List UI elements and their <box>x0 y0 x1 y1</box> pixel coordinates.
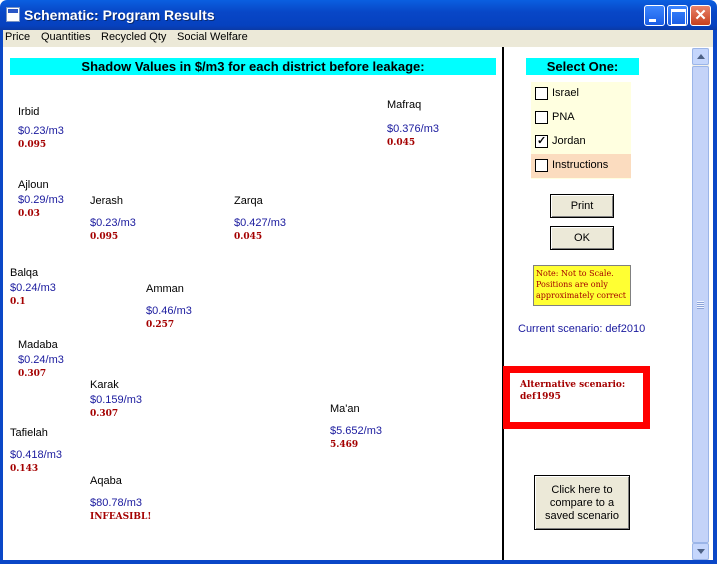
menu-quantities[interactable]: Quantities <box>41 31 91 43</box>
checkbox-instructions[interactable] <box>535 159 548 172</box>
district-name: Irbid <box>18 106 40 118</box>
district-balqa: Balqa $0.24/m3 0.1 <box>10 267 56 307</box>
district-zarqa: Zarqa $0.427/m3 0.045 <box>234 195 286 242</box>
district-name: Zarqa <box>234 195 263 207</box>
grip-icon <box>697 301 704 309</box>
maximize-button[interactable] <box>667 5 688 26</box>
district-price: $80.78/m3 <box>90 497 142 509</box>
panel-divider <box>502 47 504 564</box>
vertical-scrollbar[interactable] <box>692 48 709 560</box>
district-name: Balqa <box>10 267 39 279</box>
district-price: $0.29/m3 <box>18 194 64 206</box>
menu-recycled-qty[interactable]: Recycled Qty <box>101 31 166 43</box>
district-name: Ma'an <box>330 403 360 415</box>
district-value: 0.095 <box>90 232 119 242</box>
district-name: Ajloun <box>18 179 49 191</box>
district-price: $0.23/m3 <box>18 125 64 137</box>
option-jordan[interactable]: Jordan <box>531 130 631 154</box>
district-aqaba: Aqaba $80.78/m3 INFEASIBL! <box>90 475 151 522</box>
district-name: Mafraq <box>387 99 422 111</box>
shadow-values-heading: Shadow Values in $/m3 for each district … <box>10 58 496 75</box>
district-value: INFEASIBL! <box>90 512 152 522</box>
district-value: 0.257 <box>146 320 175 330</box>
alternative-scenario-box: Alternative scenario: def1995 <box>503 366 650 429</box>
district-price: $0.159/m3 <box>90 394 142 406</box>
district-value: 0.095 <box>18 140 47 150</box>
district-price: $0.418/m3 <box>10 449 62 461</box>
district-name: Jerash <box>90 195 124 207</box>
scale-note: Note: Not to Scale. Positions are only a… <box>533 265 631 306</box>
district-name: Karak <box>90 379 119 391</box>
option-label: Instructions <box>552 159 609 171</box>
window-border-bottom <box>0 560 717 564</box>
district-price: $0.24/m3 <box>10 282 56 294</box>
district-amman: Amman $0.46/m3 0.257 <box>146 283 192 330</box>
window-border-left <box>0 30 3 564</box>
select-one-heading: Select One: <box>526 58 639 75</box>
option-israel[interactable]: Israel <box>531 82 631 106</box>
option-instructions[interactable]: Instructions <box>531 154 631 178</box>
district-irbid: Irbid $0.23/m3 0.095 <box>18 106 64 150</box>
district-tafielah: Tafielah $0.418/m3 0.143 <box>10 427 62 474</box>
district-madaba: Madaba $0.24/m3 0.307 <box>18 339 64 379</box>
compare-scenario-button[interactable]: Click here to compare to a saved scenari… <box>534 475 630 530</box>
alternative-scenario-value: def1995 <box>520 392 561 402</box>
district-name: Amman <box>146 283 184 295</box>
district-value: 0.307 <box>90 409 119 419</box>
district-price: $0.46/m3 <box>146 305 192 317</box>
scroll-thumb[interactable] <box>692 66 709 543</box>
menu-bar: Price Quantities Recycled Qty Social Wel… <box>0 30 717 47</box>
option-label: PNA <box>552 111 575 123</box>
menu-social-welfare[interactable]: Social Welfare <box>177 31 248 43</box>
alternative-scenario-text: Alternative scenario: def1995 <box>520 379 625 403</box>
district-price: $5.652/m3 <box>330 425 382 437</box>
close-icon: ✕ <box>694 7 707 24</box>
district-value: 0.03 <box>18 209 40 219</box>
district-value: 0.045 <box>387 138 416 148</box>
window-border-right <box>713 30 717 564</box>
option-label: Jordan <box>552 135 586 147</box>
option-label: Israel <box>552 87 579 99</box>
district-name: Aqaba <box>90 475 122 487</box>
scroll-up-arrow-icon[interactable] <box>692 48 709 65</box>
app-icon[interactable] <box>6 7 20 22</box>
district-mafraq: Mafraq $0.376/m3 0.045 <box>387 99 439 148</box>
print-button[interactable]: Print <box>550 194 614 218</box>
district-price: $0.24/m3 <box>18 354 64 366</box>
region-options: Israel PNA Jordan Instructions <box>531 82 631 179</box>
checkbox-pna[interactable] <box>535 111 548 124</box>
option-pna[interactable]: PNA <box>531 106 631 130</box>
district-price: $0.427/m3 <box>234 217 286 229</box>
close-button[interactable]: ✕ <box>690 5 711 26</box>
checkbox-israel[interactable] <box>535 87 548 100</box>
alternative-scenario-label: Alternative scenario: <box>520 380 626 390</box>
ok-button[interactable]: OK <box>550 226 614 250</box>
district-karak: Karak $0.159/m3 0.307 <box>90 379 142 419</box>
menu-price[interactable]: Price <box>5 31 30 43</box>
district-ajloun: Ajloun $0.29/m3 0.03 <box>18 179 64 219</box>
scroll-down-arrow-icon[interactable] <box>692 543 709 560</box>
window-title: Schematic: Program Results <box>24 7 215 23</box>
minimize-button[interactable] <box>644 5 665 26</box>
checkbox-jordan[interactable] <box>535 134 548 148</box>
district-maan: Ma'an $5.652/m3 5.469 <box>330 403 382 450</box>
title-bar: Schematic: Program Results ✕ <box>0 0 717 30</box>
district-price: $0.376/m3 <box>387 123 439 135</box>
district-name: Tafielah <box>10 427 48 439</box>
district-price: $0.23/m3 <box>90 217 136 229</box>
district-name: Madaba <box>18 339 58 351</box>
district-jerash: Jerash $0.23/m3 0.095 <box>90 195 136 242</box>
district-value: 0.143 <box>10 464 39 474</box>
district-value: 0.307 <box>18 369 47 379</box>
current-scenario: Current scenario: def2010 <box>518 323 646 335</box>
district-value: 0.045 <box>234 232 263 242</box>
district-value: 0.1 <box>10 297 26 307</box>
district-value: 5.469 <box>330 440 359 450</box>
